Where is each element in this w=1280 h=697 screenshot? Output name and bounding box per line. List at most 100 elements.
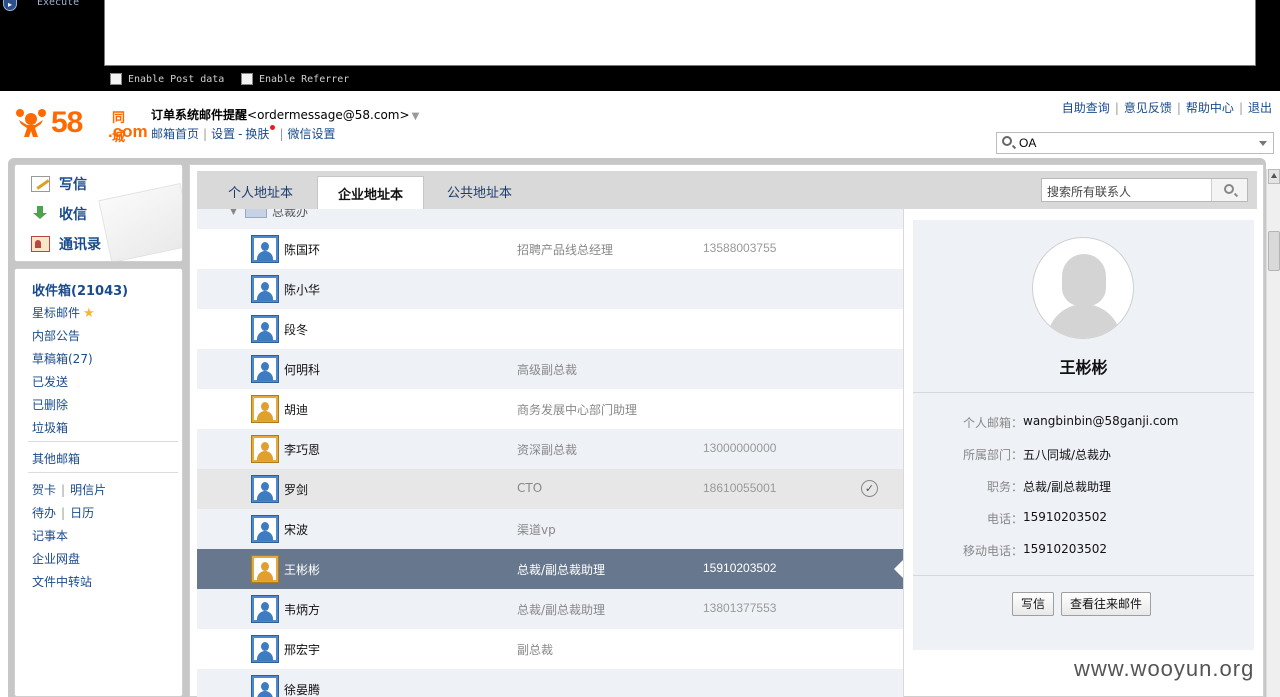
contact-name: 陈小华 [284, 283, 321, 297]
contact-phone: 15910203502 [703, 561, 777, 575]
contact-name: 邢宏宇 [284, 643, 321, 657]
check-icon[interactable]: ✓ [861, 480, 878, 497]
contact-phone: 13801377553 [703, 601, 777, 615]
phone-label: 电话： [986, 512, 1023, 526]
tools-todo: 待办 | 日历 [32, 504, 94, 521]
contact-phone: 13588003755 [703, 241, 777, 255]
contact-avatar-icon [251, 475, 279, 503]
receive-label: 收信 [59, 207, 87, 223]
folder-drafts[interactable]: 草稿箱(27) [32, 350, 93, 367]
hackbar-toolbar: ▸ Execute Enable Post data Enable Referr… [0, 0, 1280, 91]
post-data-label: Enable Post data [128, 73, 225, 85]
group-header[interactable]: ▼ 总裁办 [197, 209, 903, 229]
position-value: 总裁/副总裁助理 [1023, 480, 1112, 494]
group-name: 总裁办 [272, 209, 309, 219]
page-scrollbar[interactable] [1266, 169, 1280, 697]
chevron-down-icon[interactable]: ▼ [412, 111, 420, 122]
divider: | [1238, 101, 1243, 115]
logo-brand: 58 [51, 106, 83, 139]
folder-sent[interactable]: 已发送 [32, 373, 68, 390]
write-mail-button[interactable]: 写信 [1012, 592, 1055, 616]
link-skin[interactable]: 换肤 [245, 127, 269, 141]
folder-inbox[interactable]: 收件箱(21043) [32, 280, 128, 299]
contact-row[interactable]: 陈国环 招聘产品线总经理 13588003755 [197, 229, 903, 269]
email-value[interactable]: wangbinbin@58ganji.com [1023, 414, 1178, 428]
link-postcard[interactable]: 明信片 [70, 483, 106, 497]
contact-avatar-icon [251, 555, 279, 583]
search-icon [1002, 136, 1012, 146]
contact-search-button[interactable] [1211, 179, 1247, 201]
collapse-toggle-icon[interactable]: ▼ [230, 209, 237, 217]
contact-avatar-icon [251, 315, 279, 343]
scrollbar-thumb[interactable] [1268, 231, 1280, 271]
receive-mail-button[interactable]: 收信 [31, 202, 87, 226]
link-logout[interactable]: 退出 [1248, 101, 1272, 115]
contact-avatar-icon [251, 355, 279, 383]
group-folder-icon [245, 209, 267, 218]
account-sender-email: <ordermessage@58.com> [247, 108, 410, 122]
compose-icon [31, 176, 50, 192]
referrer-checkbox[interactable] [241, 73, 253, 85]
link-wechat-settings[interactable]: 微信设置 [287, 127, 335, 141]
execute-label[interactable]: Execute [37, 0, 79, 8]
view-history-button[interactable]: 查看往来邮件 [1061, 592, 1152, 616]
link-greeting-card[interactable]: 贺卡 [32, 483, 56, 497]
enable-post-data-option[interactable]: Enable Post data [110, 73, 224, 85]
post-data-checkbox[interactable] [110, 73, 122, 85]
link-notes[interactable]: 记事本 [32, 527, 68, 544]
link-help[interactable]: 帮助中心 [1186, 101, 1234, 115]
contact-row[interactable]: 王彬彬 总裁/副总裁助理 15910203502 [197, 549, 903, 589]
contact-name: 陈国环 [284, 243, 321, 257]
contact-row[interactable]: 徐晏腾 [197, 669, 903, 697]
account-switcher[interactable]: 订单系统邮件提醒<ordermessage@58.com> ▼ [151, 106, 419, 123]
contact-row[interactable]: 胡迪 商务发展中心部门助理 [197, 389, 903, 429]
phone-value: 15910203502 [1023, 510, 1107, 524]
execute-icon[interactable]: ▸ [3, 0, 17, 11]
link-self-service[interactable]: 自助查询 [1062, 101, 1110, 115]
account-links: 邮箱首页 | 设置 - 换肤 | 微信设置 [151, 125, 336, 142]
contact-phone: 13000000000 [703, 441, 777, 455]
folder-spam[interactable]: 垃圾箱 [32, 419, 68, 436]
mail-search-input[interactable]: OA [996, 132, 1274, 154]
link-mail-home[interactable]: 邮箱首页 [151, 127, 199, 141]
divider: | [61, 506, 66, 520]
compose-button[interactable]: 写信 [31, 172, 87, 196]
folder-other[interactable]: 其他邮箱 [32, 450, 80, 467]
link-enterprise-disk[interactable]: 企业网盘 [32, 550, 80, 567]
link-file-transfer[interactable]: 文件中转站 [32, 573, 92, 590]
address-book-tabs: 个人地址本 企业地址本 公共地址本 搜索所有联系人 [197, 171, 1257, 209]
contact-detail-card: 王彬彬 个人邮箱： wangbinbin@58ganji.com 所属部门： 五… [913, 220, 1254, 650]
tab-public[interactable]: 公共地址本 [447, 182, 512, 201]
contact-row[interactable]: 邢宏宇 副总裁 [197, 629, 903, 669]
link-settings[interactable]: 设置 [211, 127, 235, 141]
contact-row[interactable]: 韦炳方 总裁/副总裁助理 13801377553 [197, 589, 903, 629]
contact-name: 王彬彬 [1059, 358, 1108, 377]
contact-avatar-icon [251, 595, 279, 623]
contact-row[interactable]: 罗剑 CTO 18610055001 ✓ [197, 469, 903, 509]
divider [903, 209, 904, 697]
link-todo[interactable]: 待办 [32, 506, 56, 520]
contact-row[interactable]: 陈小华 [197, 269, 903, 309]
contact-row[interactable]: 段冬 [197, 309, 903, 349]
link-feedback[interactable]: 意见反馈 [1124, 101, 1172, 115]
link-calendar[interactable]: 日历 [70, 506, 94, 520]
contact-row[interactable]: 何明科 高级副总裁 [197, 349, 903, 389]
scroll-up-icon[interactable] [1268, 169, 1280, 184]
logo[interactable]: 58 同城 .com [14, 106, 148, 145]
contact-row[interactable]: 李巧恩 资深副总裁 13000000000 [197, 429, 903, 469]
url-textarea[interactable] [104, 0, 1256, 66]
contact-row[interactable]: 宋波 渠道vp [197, 509, 903, 549]
contact-search-field[interactable]: 搜索所有联系人 [1041, 178, 1248, 202]
tab-enterprise[interactable]: 企业地址本 [317, 176, 425, 209]
folder-starred-label: 星标邮件 [32, 306, 81, 320]
folder-notice[interactable]: 内部公告 [32, 327, 80, 344]
chevron-down-icon[interactable] [1259, 141, 1267, 146]
folder-deleted[interactable]: 已删除 [32, 396, 68, 413]
folder-starred[interactable]: 星标邮件 ★ [32, 304, 95, 321]
divider [28, 472, 178, 473]
enable-referrer-option[interactable]: Enable Referrer [241, 73, 349, 85]
contact-title: 高级副总裁 [517, 363, 578, 377]
mobile-value: 15910203502 [1023, 542, 1107, 556]
tab-personal[interactable]: 个人地址本 [228, 182, 293, 201]
contacts-button[interactable]: 通讯录 [31, 232, 101, 256]
